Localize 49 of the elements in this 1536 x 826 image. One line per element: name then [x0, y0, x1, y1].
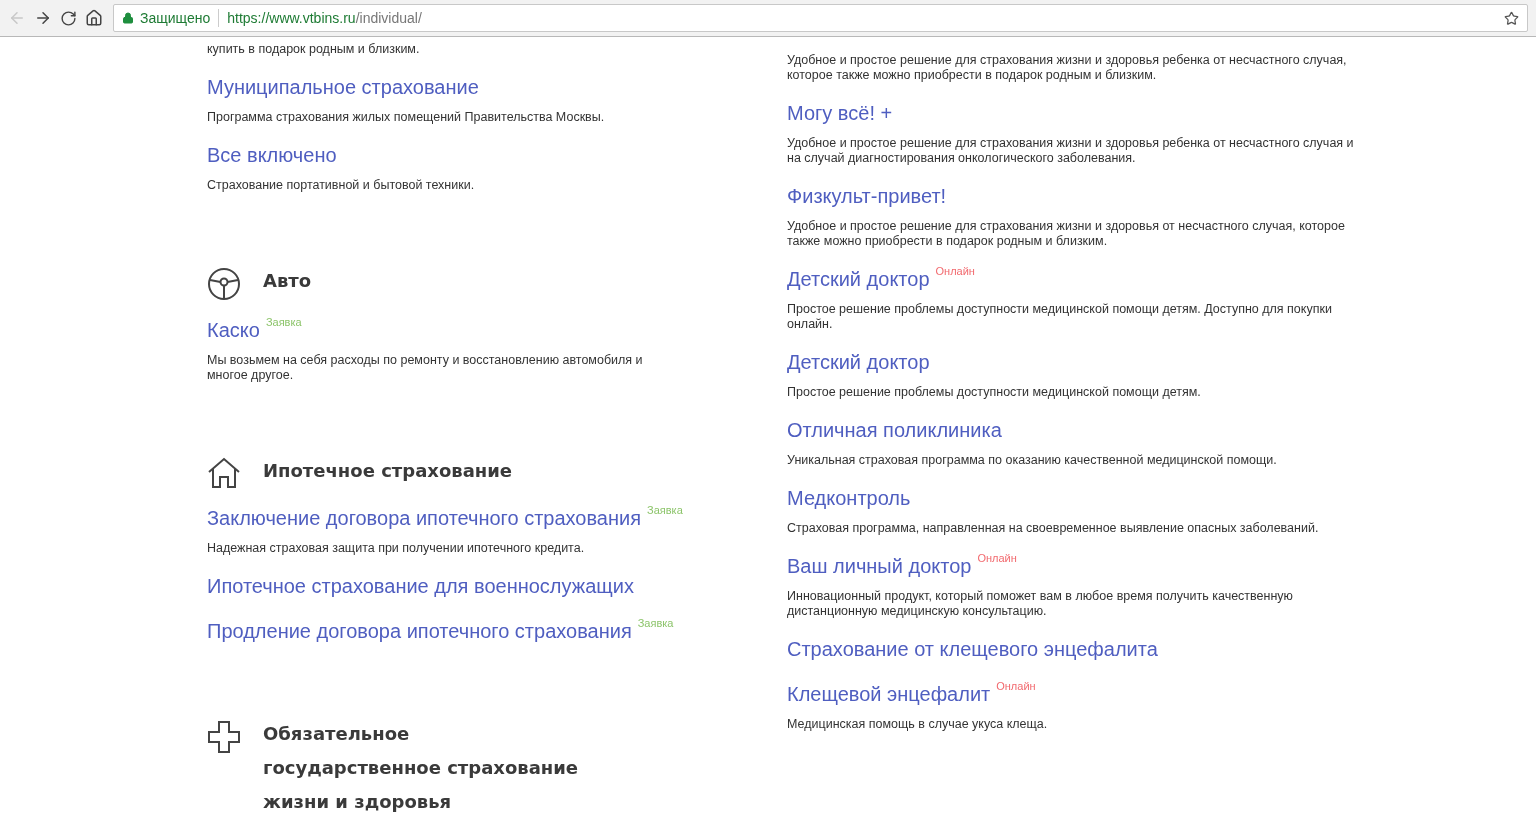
product-description: Надежная страховая защита при получении ипотечного кредита. — [207, 541, 586, 556]
product-link[interactable]: Каско — [207, 315, 260, 345]
product-link[interactable]: Все включено — [207, 140, 337, 170]
lock-icon — [122, 12, 134, 24]
steering-wheel-icon — [207, 267, 241, 301]
product-description: Простое решение проблемы доступности медицинской помощи детям. Доступно для покупки онлайн. — [787, 302, 1333, 332]
product-description: Удобное и простое решение для страхования жизни и здоровья от несчастного случая, которое также можно приобрести в подарок родным и близким. — [787, 219, 1346, 249]
product-tag: Онлайн — [996, 679, 1036, 693]
product-description: купить в подарок родным и близким. — [207, 42, 421, 57]
product-link[interactable]: Ваш личный доктор — [787, 551, 972, 581]
product-description: Страховая программа, направленная на своевременное выявление опасных заболеваний. — [787, 521, 1320, 536]
product-tag: Онлайн — [977, 551, 1017, 565]
product-tag: Онлайн — [935, 264, 975, 278]
product-link[interactable]: Детский доктор — [787, 264, 930, 294]
url-text: https://www.vtbins.ru/individual/ — [227, 8, 422, 28]
product-description: Программа страхования жилых помещений Правительства Москвы. — [207, 110, 606, 125]
bookmark-star-icon[interactable] — [1504, 10, 1519, 26]
section-heading: Обязательное государственное страхование жизни и здоровья — [263, 722, 580, 814]
section-heading: Ипотечное страхование — [263, 459, 514, 483]
product-tag: Заявка — [647, 503, 683, 517]
product-link[interactable]: Продление договора ипотечного страхования — [207, 616, 632, 646]
reload-icon[interactable] — [60, 9, 77, 27]
product-tag: Заявка — [637, 616, 674, 630]
plus-outline-icon — [207, 720, 241, 754]
home-icon[interactable] — [85, 9, 103, 27]
secure-label: Защищено — [140, 8, 211, 28]
product-link[interactable]: Могу всё! + — [787, 98, 893, 128]
product-description: Удобное и простое решение для страхования жизни и здоровья ребенка от несчастного случая, которое также можно приобрести в подарок родным и близким. — [787, 53, 1348, 83]
product-description: Простое решение проблемы доступности медицинской помощи детям. — [787, 385, 1202, 400]
product-link[interactable]: Медконтроль — [787, 483, 911, 513]
forward-icon[interactable] — [34, 9, 52, 27]
product-description: Мы возьмем на себя расходы по ремонту и восстановлению автомобиля и многое другое. — [207, 353, 644, 383]
product-description: Уникальная страховая программа по оказанию качественной медицинской помощи. — [787, 453, 1278, 468]
product-link[interactable]: Физкульт-привет! — [787, 181, 947, 211]
product-link[interactable]: Клещевой энцефалит — [787, 679, 991, 709]
product-description: Удобное и простое решение для страхования жизни и здоровья ребенка от несчастного случая и на случай диагностирования онкологического заболевания. — [787, 136, 1355, 166]
product-description: Инновационный продукт, который поможет вам в любое время получить качественную дистанционную медицинскую консультацию. — [787, 589, 1294, 619]
address-bar[interactable]: Защищено https://www.vtbins.ru/individual/ — [113, 4, 1528, 32]
house-icon — [207, 457, 241, 489]
product-link[interactable]: Заключение договора ипотечного страхования — [207, 503, 642, 533]
product-description: Медицинская помощь в случае укуса клеща. — [787, 717, 1049, 732]
product-tag: Заявка — [265, 315, 302, 329]
product-link[interactable]: Отличная поликлиника — [787, 415, 1002, 445]
product-link[interactable]: Страхование от клещевого энцефалита — [787, 634, 1158, 664]
product-link[interactable]: Муниципальное страхование — [207, 72, 479, 102]
section-heading: Авто — [263, 269, 313, 293]
product-link[interactable]: Ипотечное страхование для военнослужащих — [207, 571, 634, 601]
product-description: Страхование портативной и бытовой техники. — [207, 178, 476, 193]
product-link[interactable]: Детский доктор — [787, 347, 930, 377]
